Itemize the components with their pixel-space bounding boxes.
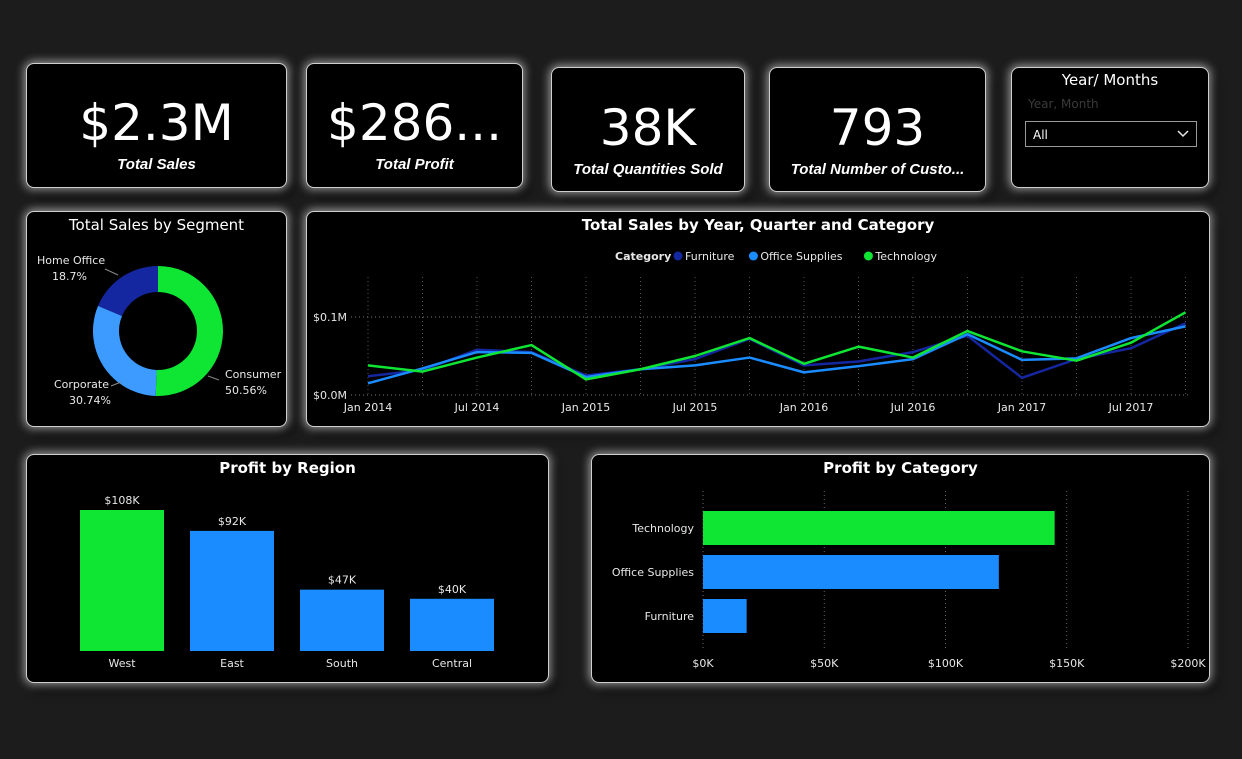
kpi-value: $2.3M <box>79 94 234 152</box>
bar-office-supplies <box>703 555 999 589</box>
category-label: Furniture <box>645 610 695 623</box>
leader-line <box>110 381 122 387</box>
profit-category-card: Profit by Category $0K $50K $100K $150K $200… <box>591 454 1210 683</box>
legend-marker <box>673 251 683 261</box>
legend-title: Category <box>615 250 671 263</box>
x-tick-label: $100K <box>928 657 964 670</box>
kpi-card-total-customers[interactable]: 793 Total Number of Custo... <box>769 67 986 192</box>
data-label: $108K <box>104 494 140 507</box>
kpi-card-total-sales[interactable]: $2.3M Total Sales <box>26 63 287 188</box>
y-tick-label: $0.0M <box>313 389 347 402</box>
category-label: Central <box>432 657 472 670</box>
bar-south <box>300 589 384 651</box>
line-legend: Category Furniture Office Supplies Technolo… <box>615 250 938 263</box>
data-label: $47K <box>328 574 357 587</box>
profit-region-card: Profit by Region $108K West $92K East $47K So… <box>26 454 549 683</box>
year-month-slicer: Year/ Months Year, Month All <box>1011 67 1209 188</box>
profit-region-chart: $108K West $92K East $47K South $40K Central <box>80 494 494 670</box>
slice-name-label: Home Office <box>37 254 105 267</box>
x-tick-label: Jan 2015 <box>561 401 610 414</box>
bar-west <box>80 510 164 651</box>
leader-line <box>104 268 119 276</box>
x-tick-label: Jul 2017 <box>1108 401 1154 414</box>
segment-donut-card: Total Sales by Segment Consumer 50.56% Cor… <box>26 211 287 427</box>
segment-donut-chart: Consumer 50.56% Corporate 30.74% Home Office… <box>37 254 282 407</box>
slice-name-label: Consumer <box>225 368 282 381</box>
x-tick-label: $150K <box>1049 657 1085 670</box>
leader-line <box>207 375 220 381</box>
data-label: $40K <box>438 583 467 596</box>
bar-furniture <box>703 599 747 633</box>
x-tick-label: Jul 2015 <box>672 401 718 414</box>
x-tick-label: $50K <box>810 657 839 670</box>
category-label: East <box>220 657 244 670</box>
donut-slice-home-office <box>98 266 158 316</box>
bar-east <box>190 530 274 651</box>
category-label: Technology <box>631 522 694 535</box>
slicer-dropdown[interactable]: All <box>1025 121 1197 147</box>
kpi-value: 793 <box>829 99 926 157</box>
legend-marker <box>863 251 873 261</box>
slice-value-label: 30.74% <box>69 394 111 407</box>
slicer-title: Year/ Months <box>1061 71 1159 89</box>
category-label: South <box>326 657 358 670</box>
kpi-card-total-quantities[interactable]: 38K Total Quantities Sold <box>551 67 745 192</box>
x-tick-label: Jul 2016 <box>890 401 936 414</box>
kpi-label: Total Profit <box>375 156 454 173</box>
slicer-field-label: Year, Month <box>1028 97 1099 111</box>
slice-value-label: 18.7% <box>52 270 87 283</box>
kpi-value: 38K <box>599 99 697 157</box>
kpi-label: Total Sales <box>117 156 196 173</box>
kpi-label: Total Number of Custo... <box>790 161 965 178</box>
sales-trend-card: Total Sales by Year, Quarter and Categor… <box>306 211 1210 427</box>
bar-central <box>410 598 494 651</box>
category-label: West <box>108 657 136 670</box>
x-tick-label: $0K <box>692 657 714 670</box>
data-label: $92K <box>218 515 247 528</box>
bar-technology <box>703 511 1055 545</box>
legend-marker <box>748 251 758 261</box>
legend-label: Office Supplies <box>760 250 842 263</box>
legend-label: Furniture <box>685 250 735 263</box>
kpi-card-total-profit[interactable]: $286... Total Profit <box>306 63 523 188</box>
kpi-value: $286... <box>327 94 502 152</box>
sales-line-chart: Category Furniture Office Supplies Technolo… <box>313 250 1191 414</box>
slicer-selected-value: All <box>1033 128 1048 142</box>
slice-value-label: 50.56% <box>225 384 267 397</box>
x-tick-label: Jan 2016 <box>779 401 828 414</box>
x-tick-label: $200K <box>1170 657 1206 670</box>
x-tick-label: Jul 2014 <box>454 401 500 414</box>
y-tick-label: $0.1M <box>313 311 347 324</box>
donut-slice-consumer <box>155 266 224 396</box>
profit-category-chart: $0K $50K $100K $150K $200K Technology Office S… <box>612 491 1206 670</box>
chevron-down-icon <box>1177 130 1189 138</box>
slice-name-label: Corporate <box>54 378 109 391</box>
legend-label: Technology <box>874 250 937 263</box>
category-label: Office Supplies <box>612 566 694 579</box>
series-line-technology <box>367 311 1187 381</box>
x-tick-label: Jan 2014 <box>343 401 392 414</box>
x-tick-label: Jan 2017 <box>997 401 1046 414</box>
kpi-label: Total Quantities Sold <box>573 161 723 178</box>
